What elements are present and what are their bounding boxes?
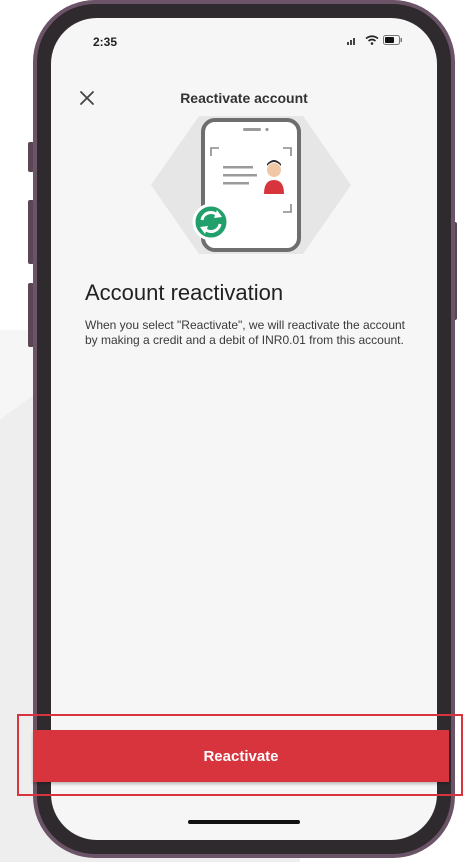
battery-icon — [383, 35, 402, 45]
home-indicator[interactable] — [188, 820, 300, 824]
status-bar: 2:35 — [51, 18, 437, 54]
content-title: Account reactivation — [85, 280, 284, 305]
sync-icon — [192, 203, 230, 241]
reactivate-button[interactable]: Reactivate — [33, 730, 449, 782]
status-time: 2:35 — [93, 35, 118, 49]
page-title: Reactivate account — [180, 90, 308, 106]
wifi-icon — [365, 35, 379, 45]
content-description: When you select "Reactivate", we will re… — [85, 318, 406, 347]
app-stage: 2:35 Reactivate account Account reactiva… — [0, 0, 465, 862]
nav-bar: Reactivate account — [51, 78, 437, 118]
signal-icon — [347, 38, 355, 45]
phone-id-card-reactivation-illustration — [151, 116, 351, 254]
status-icons — [347, 35, 403, 45]
